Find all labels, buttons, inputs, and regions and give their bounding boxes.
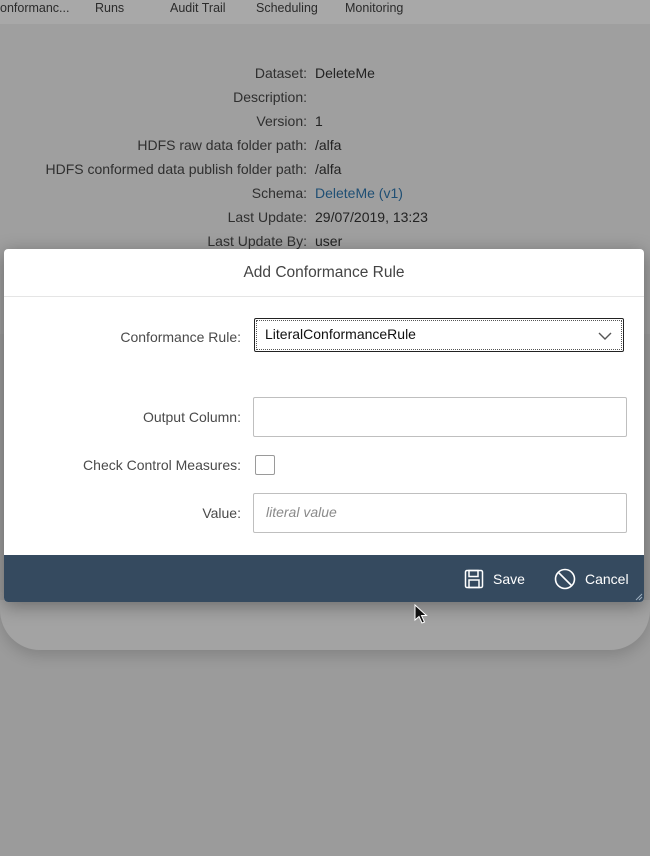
cancel-button[interactable]: Cancel <box>554 555 629 602</box>
chevron-down-icon <box>598 332 612 340</box>
detail-value: 29/07/2019, 13:23 <box>315 209 428 225</box>
conformance-rule-selected-value: LiteralConformanceRule <box>265 326 416 342</box>
detail-label: Last Update: <box>227 209 307 225</box>
detail-row-last-update: Last Update: 29/07/2019, 13:23 <box>0 205 650 229</box>
schema-link[interactable]: DeleteMe (v1) <box>315 181 403 205</box>
check-control-measures-label: Check Control Measures: <box>83 457 241 473</box>
detail-row-raw-path: HDFS raw data folder path: /alfa <box>0 133 650 157</box>
value-input[interactable]: literal value <box>253 493 627 533</box>
detail-row-description: Description: <box>0 85 650 109</box>
detail-value: 1 <box>315 113 323 129</box>
save-button[interactable]: Save <box>464 555 525 602</box>
tab-runs[interactable]: Runs <box>95 0 124 16</box>
output-column-label: Output Column: <box>142 409 241 425</box>
tab-scheduling[interactable]: Scheduling <box>256 0 318 16</box>
detail-row-publish-path: HDFS conformed data publish folder path:… <box>0 157 650 181</box>
tab-bar: onformanc... Runs Audit Trail Scheduling… <box>0 0 650 25</box>
value-label: Value: <box>202 505 241 521</box>
save-label: Save <box>493 570 525 587</box>
detail-label: HDFS raw data folder path: <box>137 137 307 153</box>
detail-row-schema: Schema: DeleteMe (v1) <box>0 181 650 205</box>
detail-row-version: Version: 1 <box>0 109 650 133</box>
detail-label: HDFS conformed data publish folder path: <box>45 161 307 177</box>
detail-label: Dataset: <box>254 65 307 81</box>
detail-value: /alfa <box>315 137 342 153</box>
check-control-measures-checkbox[interactable] <box>255 455 275 475</box>
tab-audit-trail[interactable]: Audit Trail <box>170 0 226 16</box>
save-icon <box>464 569 484 588</box>
detail-label: Description: <box>233 89 307 105</box>
mouse-cursor-icon <box>414 604 428 624</box>
background-card <box>0 600 650 650</box>
value-placeholder: literal value <box>266 504 337 520</box>
dialog-footer: Save Cancel <box>4 555 644 602</box>
output-column-input[interactable] <box>253 397 627 437</box>
detail-label: Schema: <box>251 185 307 201</box>
cancel-icon <box>554 568 576 589</box>
conformance-rule-label: Conformance Rule: <box>120 329 241 345</box>
dialog-title: Add Conformance Rule <box>4 249 644 297</box>
add-conformance-rule-dialog: Add Conformance Rule Conformance Rule: L… <box>4 249 644 602</box>
conformance-rule-select[interactable]: LiteralConformanceRule <box>254 318 624 352</box>
resize-handle-icon[interactable] <box>635 593 643 601</box>
detail-label: Version: <box>256 113 307 129</box>
detail-value: /alfa <box>315 161 342 177</box>
cancel-label: Cancel <box>585 570 629 587</box>
detail-row-dataset: Dataset: DeleteMe <box>0 61 650 85</box>
tab-monitoring[interactable]: Monitoring <box>345 0 403 16</box>
detail-value: DeleteMe <box>315 65 375 81</box>
tab-conformance[interactable]: onformanc... <box>0 0 69 16</box>
